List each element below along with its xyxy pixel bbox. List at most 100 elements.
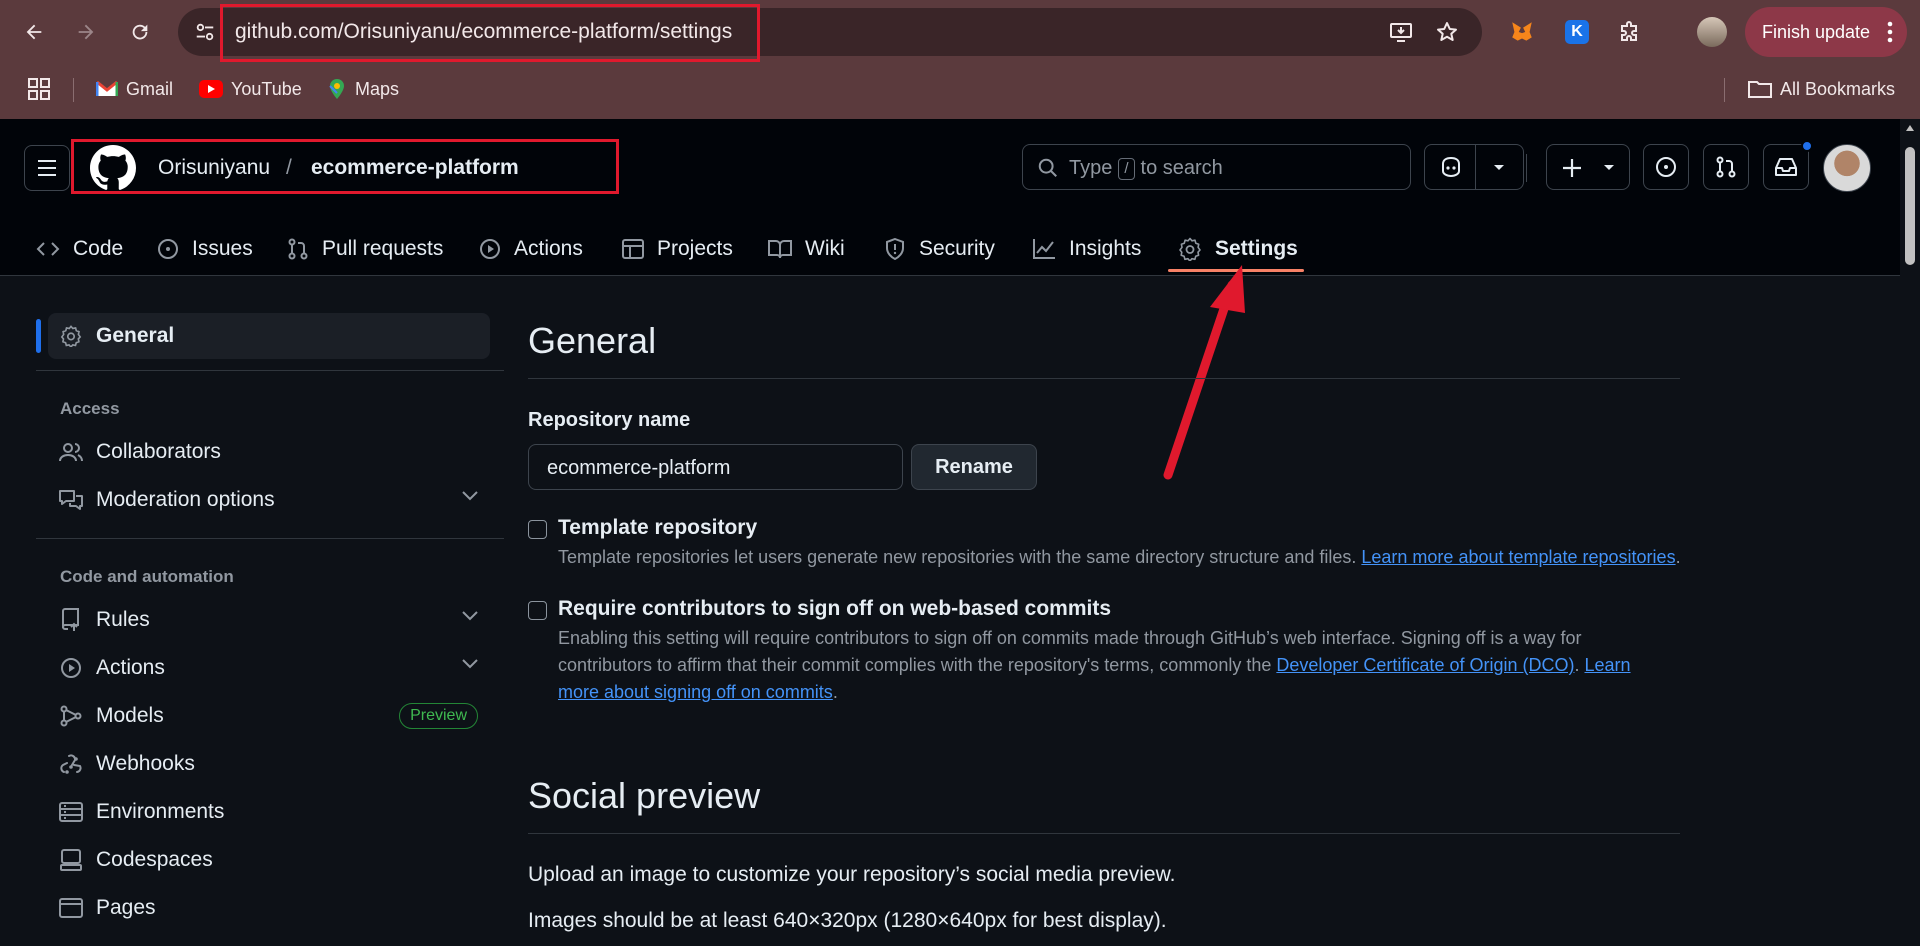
signoff-checkbox[interactable]: [528, 601, 547, 620]
metamask-extension-icon[interactable]: [1505, 15, 1539, 49]
bookmarks-bar: Gmail YouTube Maps All Bookmarks: [0, 70, 1920, 108]
sidebar-label: General: [96, 324, 175, 347]
create-new-button[interactable]: [1546, 144, 1630, 190]
url-text[interactable]: github.com/Orisuniyanu/ecommerce-platfor…: [235, 20, 732, 44]
site-settings-icon[interactable]: [194, 21, 216, 43]
people-icon: [58, 441, 84, 463]
hamburger-menu-button[interactable]: [24, 145, 70, 191]
scrollbar-thumb[interactable]: [1905, 147, 1915, 265]
bookmark-star-icon[interactable]: [1435, 20, 1459, 44]
sidebar-label: Collaborators: [96, 440, 221, 463]
folder-icon: [1748, 81, 1772, 98]
chevron-down-icon: [462, 611, 478, 621]
repo-push-icon: [58, 608, 84, 632]
breadcrumb-separator: /: [286, 156, 292, 179]
template-learn-more-link[interactable]: Learn more about template repositories: [1361, 547, 1675, 567]
arrow-right-icon: [78, 24, 94, 40]
scroll-up-arrow-icon: [1906, 125, 1914, 131]
sidebar-item-models[interactable]: Models Preview: [48, 693, 490, 739]
section-divider: [528, 833, 1680, 834]
k-extension-icon[interactable]: K: [1560, 15, 1594, 49]
annotation-arrow: [1163, 265, 1245, 480]
notification-dot: [1801, 140, 1813, 152]
sidebar-item-general[interactable]: General: [48, 313, 490, 359]
signoff-learn-link-cont[interactable]: more about signing off on commits: [558, 682, 833, 702]
bookmark-label: Maps: [355, 78, 400, 99]
template-repo-checkbox[interactable]: [528, 520, 547, 539]
sidebar-item-moderation[interactable]: Moderation options: [48, 477, 490, 523]
rename-button[interactable]: Rename: [911, 444, 1037, 490]
sidebar-item-environments[interactable]: Environments: [48, 789, 490, 835]
signoff-desc: Enabling this setting will require contr…: [558, 628, 1631, 702]
sidebar-item-webhooks[interactable]: Webhooks: [48, 741, 490, 787]
tab-label: Issues: [192, 236, 253, 260]
github-logo-icon[interactable]: [90, 145, 136, 191]
user-avatar[interactable]: [1823, 144, 1871, 192]
reload-button[interactable]: [122, 14, 158, 50]
tab-issues[interactable]: Issues: [157, 221, 253, 276]
tab-code[interactable]: Code: [36, 221, 123, 276]
tab-actions[interactable]: Actions: [479, 221, 583, 276]
bookmark-gmail[interactable]: Gmail: [96, 76, 173, 102]
sidebar-item-pages[interactable]: Pages: [48, 885, 490, 931]
apps-grid-icon[interactable]: [28, 78, 50, 100]
ai-model-icon: [58, 705, 84, 727]
dco-link[interactable]: Developer Certificate of Origin (DCO): [1276, 655, 1574, 675]
bookmark-maps[interactable]: Maps: [327, 76, 399, 102]
back-button[interactable]: [16, 14, 52, 50]
codespaces-icon: [58, 849, 84, 871]
repo-owner-link[interactable]: Orisuniyanu: [158, 156, 270, 180]
section-divider: [528, 378, 1680, 379]
tab-insights[interactable]: Insights: [1032, 221, 1141, 276]
repo-name-link[interactable]: ecommerce-platform: [311, 156, 519, 180]
code-icon: [36, 241, 60, 256]
sidebar-label: Webhooks: [96, 752, 195, 775]
tab-pull-requests[interactable]: Pull requests: [287, 221, 443, 276]
pull-requests-global-button[interactable]: [1703, 144, 1749, 190]
inbox-button[interactable]: [1763, 140, 1813, 190]
bookmark-youtube[interactable]: YouTube: [199, 76, 302, 102]
repo-name-input[interactable]: ecommerce-platform: [528, 444, 903, 490]
copilot-button[interactable]: [1424, 144, 1524, 190]
extensions-puzzle-icon[interactable]: [1613, 15, 1647, 49]
browser-icon: [58, 898, 84, 918]
page-title: General: [528, 320, 657, 361]
page-scrollbar[interactable]: [1900, 119, 1920, 946]
search-input[interactable]: Type / to search: [1022, 144, 1411, 190]
tab-label: Pull requests: [322, 236, 444, 260]
comment-discussion-icon: [58, 489, 84, 511]
tab-projects[interactable]: Projects: [622, 221, 733, 276]
issue-icon: [158, 238, 178, 259]
signoff-learn-link[interactable]: Learn: [1585, 655, 1631, 675]
repo-name-label: Repository name: [528, 409, 691, 431]
tab-label: Projects: [657, 236, 733, 260]
finish-update-button[interactable]: Finish update: [1745, 7, 1907, 57]
sidebar-item-actions[interactable]: Actions: [48, 645, 490, 691]
book-icon: [768, 239, 792, 258]
sidebar-divider: [36, 370, 504, 371]
sidebar-item-collaborators[interactable]: Collaborators: [48, 429, 490, 475]
webhook-icon: [58, 753, 84, 775]
forward-button[interactable]: [68, 14, 104, 50]
finish-update-label: Finish update: [1762, 21, 1871, 42]
tab-security[interactable]: Security: [884, 221, 995, 276]
install-app-icon[interactable]: [1389, 20, 1413, 44]
chevron-down-icon: [1493, 164, 1505, 172]
all-bookmarks-button[interactable]: All Bookmarks: [1748, 76, 1895, 102]
sidebar-item-rules[interactable]: Rules: [48, 597, 490, 643]
template-repo-desc: Template repositories let users generate…: [558, 547, 1681, 567]
social-preview-title: Social preview: [528, 775, 761, 816]
search-icon: [1037, 157, 1059, 179]
social-preview-desc: Upload an image to customize your reposi…: [528, 863, 1176, 886]
issues-global-button[interactable]: [1643, 144, 1689, 190]
sidebar-item-codespaces[interactable]: Codespaces: [48, 837, 490, 883]
bookmark-label: YouTube: [231, 78, 302, 99]
active-indicator: [36, 319, 41, 353]
tab-label: Insights: [1069, 236, 1142, 260]
sidebar-heading-code: Code and automation: [60, 567, 234, 586]
issue-opened-icon: [1656, 157, 1676, 177]
profile-avatar[interactable]: [1695, 15, 1729, 49]
address-bar[interactable]: github.com/Orisuniyanu/ecommerce-platfor…: [178, 8, 1482, 56]
preview-badge: Preview: [399, 703, 478, 729]
tab-wiki[interactable]: Wiki: [768, 221, 845, 276]
